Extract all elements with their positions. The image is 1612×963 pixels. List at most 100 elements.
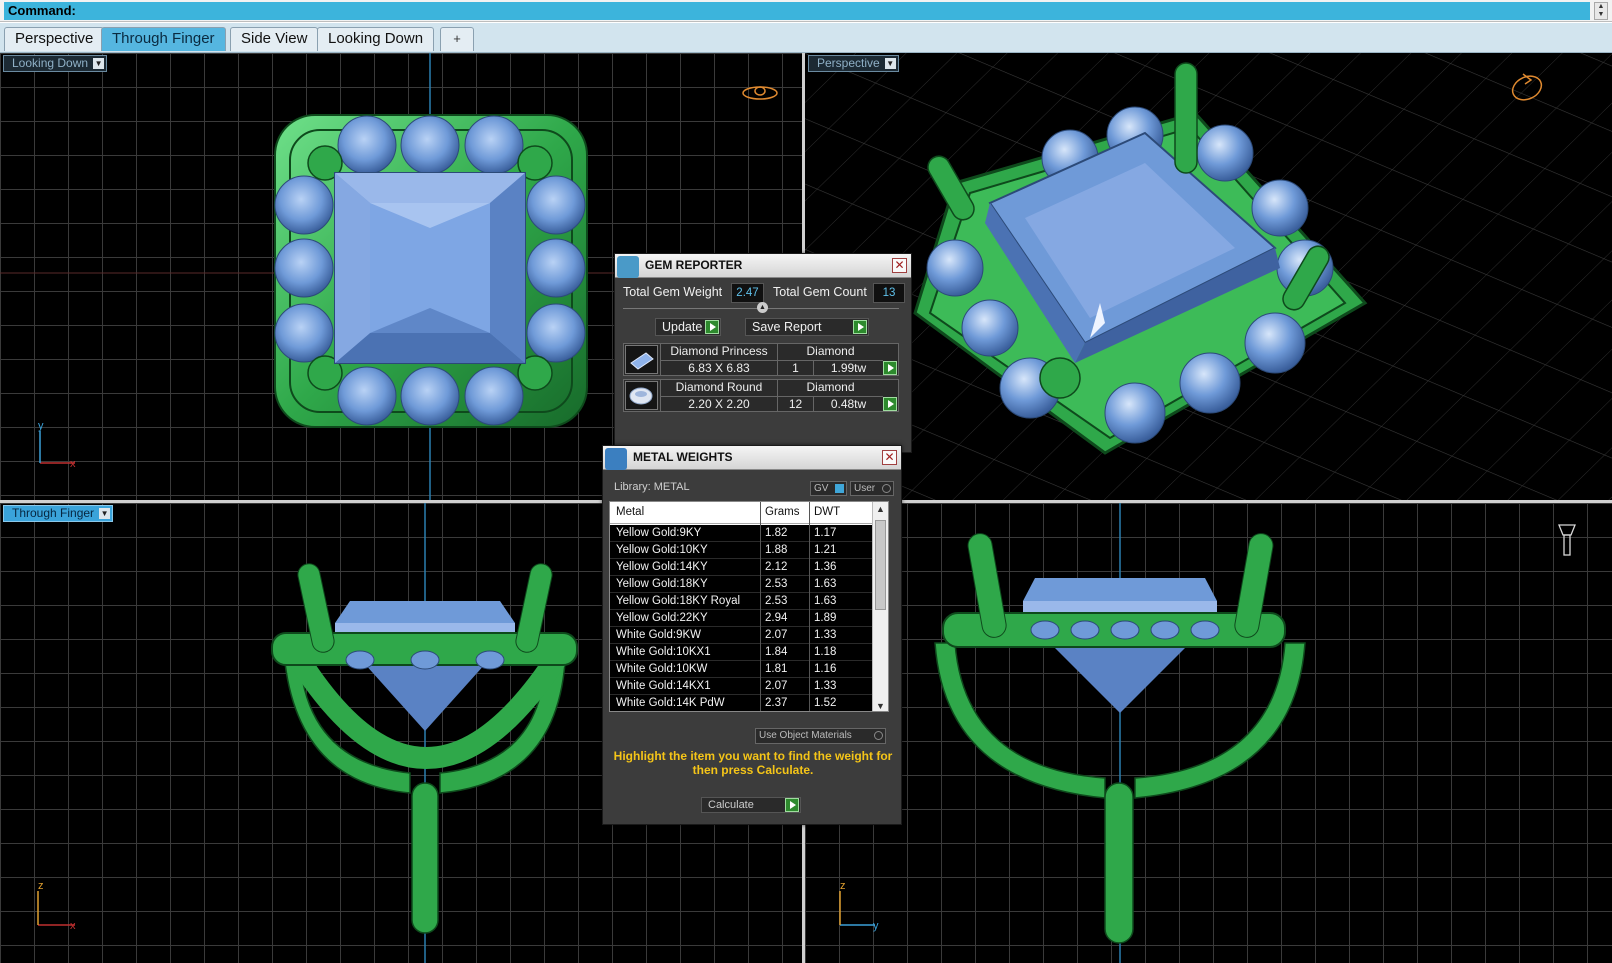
- add-tab-button[interactable]: +: [440, 27, 474, 51]
- gem-reporter-icon: [617, 256, 639, 278]
- viewport-label-perspective[interactable]: Perspective ▼: [808, 55, 899, 72]
- gem-row[interactable]: Diamond Princess Diamond 6.83 X 6.83 1 1…: [623, 343, 899, 376]
- metal-grams: 2.12: [765, 561, 788, 573]
- axis-z-label: z: [38, 880, 44, 892]
- metal-grams: 1.84: [765, 646, 788, 658]
- column-divider: [760, 502, 761, 711]
- chevron-down-icon[interactable]: ▼: [884, 58, 896, 69]
- close-icon[interactable]: ✕: [892, 258, 907, 273]
- gem-row[interactable]: Diamond Round Diamond 2.20 X 2.20 12 0.4…: [623, 379, 899, 412]
- axis-x-label: x: [70, 920, 76, 932]
- total-gem-count-value: 13: [873, 283, 905, 303]
- update-button[interactable]: Update: [655, 318, 721, 336]
- metal-weights-titlebar[interactable]: METAL WEIGHTS ✕: [603, 446, 901, 470]
- round-gem-icon: [625, 381, 658, 410]
- gem-size: 6.83 X 6.83: [660, 360, 777, 376]
- metal-row[interactable]: White Gold:14KX1 2.07 1.33: [610, 678, 874, 695]
- gem-material: Diamond: [777, 344, 883, 360]
- play-icon[interactable]: [883, 397, 897, 411]
- save-report-label: Save Report: [752, 320, 822, 334]
- column-dwt[interactable]: DWT: [814, 506, 840, 518]
- viewport-label-text: Perspective: [817, 56, 880, 70]
- axis-y-label: y: [873, 920, 879, 932]
- viewport-label-through-finger[interactable]: Through Finger ▼: [3, 505, 114, 522]
- metal-row[interactable]: White Gold:10KW 1.81 1.16: [610, 661, 874, 678]
- tab-perspective[interactable]: Perspective: [4, 27, 105, 51]
- scroll-up-icon[interactable]: ▲: [873, 502, 888, 516]
- metal-grams: 2.07: [765, 629, 788, 641]
- use-object-materials-label: Use Object Materials: [759, 730, 852, 741]
- viewport-perspective[interactable]: Perspective ▼: [805, 53, 1612, 500]
- metal-row[interactable]: White Gold:14K PdW 2.37 1.52: [610, 695, 874, 711]
- gv-label: GV: [814, 483, 829, 494]
- metal-name: Yellow Gold:18KY: [616, 578, 708, 590]
- user-toggle[interactable]: User: [850, 481, 894, 496]
- viewport-label-text: Through Finger: [12, 506, 95, 520]
- total-gem-count-label: Total Gem Count: [773, 285, 867, 299]
- column-metal[interactable]: Metal: [616, 506, 644, 518]
- metal-row[interactable]: Yellow Gold:18KY Royal 2.53 1.63: [610, 593, 874, 610]
- use-object-materials-toggle[interactable]: Use Object Materials: [755, 728, 886, 744]
- save-report-button[interactable]: Save Report: [745, 318, 869, 336]
- play-icon[interactable]: [883, 361, 897, 375]
- chevron-down-icon[interactable]: ▼: [93, 58, 105, 69]
- metal-row[interactable]: Yellow Gold:9KY 1.82 1.17: [610, 525, 874, 542]
- toggle-off-icon: [882, 484, 891, 493]
- metal-grams: 2.53: [765, 595, 788, 607]
- gv-toggle[interactable]: GV: [810, 481, 847, 496]
- metal-weights-title: METAL WEIGHTS: [633, 450, 733, 464]
- metal-table-header: Metal Grams DWT: [610, 502, 874, 524]
- scroll-thumb[interactable]: [875, 520, 886, 610]
- viewport-label-looking-down[interactable]: Looking Down ▼: [3, 55, 108, 72]
- metal-row[interactable]: White Gold:10KX1 1.84 1.18: [610, 644, 874, 661]
- tab-looking-down[interactable]: Looking Down: [317, 27, 435, 51]
- metal-name: White Gold:14KX1: [616, 680, 711, 692]
- user-label: User: [854, 483, 876, 494]
- calculate-hint: Highlight the item you want to find the …: [613, 749, 893, 777]
- update-label: Update: [662, 320, 703, 334]
- metal-grams: 2.53: [765, 578, 788, 590]
- metal-row[interactable]: Yellow Gold:22KY 2.94 1.89: [610, 610, 874, 627]
- metal-table-scrollbar[interactable]: ▲ ▼: [872, 502, 888, 711]
- scroll-down-icon[interactable]: ▼: [873, 699, 888, 711]
- metal-dwt: 1.52: [814, 697, 837, 709]
- total-gem-weight-value: 2.47: [731, 283, 764, 303]
- toggle-on-icon: [835, 484, 844, 493]
- metal-dwt: 1.21: [814, 544, 837, 556]
- metal-name: White Gold:10KX1: [616, 646, 711, 658]
- metal-name: Yellow Gold:22KY: [616, 612, 708, 624]
- gem-weight: 1.99tw: [813, 360, 883, 376]
- metal-dwt: 1.16: [814, 663, 837, 675]
- gem-count: 1: [777, 360, 813, 376]
- library-label: Library: METAL: [614, 481, 690, 493]
- gem-count: 12: [777, 396, 813, 412]
- gem-reporter-titlebar[interactable]: GEM REPORTER ✕: [615, 254, 911, 278]
- chevron-down-icon[interactable]: ▼: [99, 508, 111, 519]
- viewport-tab-bar: Perspective Through Finger Side View Loo…: [0, 23, 1612, 53]
- collapse-icon[interactable]: ▲: [757, 302, 768, 313]
- column-grams[interactable]: Grams: [765, 506, 800, 518]
- metal-row[interactable]: Yellow Gold:10KY 1.88 1.21: [610, 542, 874, 559]
- gem-name: Diamond Round: [660, 380, 777, 396]
- plus-icon: +: [453, 31, 461, 46]
- metal-row[interactable]: Yellow Gold:18KY 2.53 1.63: [610, 576, 874, 593]
- viewport-label-text: Looking Down: [12, 56, 89, 70]
- metal-grams: 1.82: [765, 527, 788, 539]
- calculate-button[interactable]: Calculate: [701, 797, 801, 813]
- metal-row[interactable]: White Gold:9KW 2.07 1.33: [610, 627, 874, 644]
- metal-name: Yellow Gold:14KY: [616, 561, 708, 573]
- tab-side-view[interactable]: Side View: [230, 27, 319, 51]
- axis-y-label: y: [38, 420, 44, 432]
- viewport-side-view[interactable]: z y: [805, 503, 1612, 963]
- tab-through-finger[interactable]: Through Finger: [101, 27, 226, 51]
- gem-name: Diamond Princess: [660, 344, 777, 360]
- command-input[interactable]: Command:: [4, 2, 1590, 20]
- close-icon[interactable]: ✕: [882, 450, 897, 465]
- metal-grams: 2.07: [765, 680, 788, 692]
- metal-weights-panel: METAL WEIGHTS ✕ Library: METAL GV User M…: [602, 445, 902, 825]
- play-icon: [853, 320, 867, 334]
- metal-row[interactable]: Yellow Gold:14KY 2.12 1.36: [610, 559, 874, 576]
- gem-weight: 0.48tw: [813, 396, 883, 412]
- metal-grams: 2.37: [765, 697, 788, 709]
- command-scroll[interactable]: ▲ ▼: [1594, 2, 1608, 20]
